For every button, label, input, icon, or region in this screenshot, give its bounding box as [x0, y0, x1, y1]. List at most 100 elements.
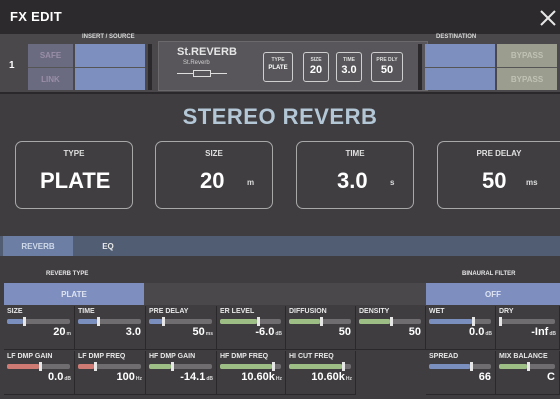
param-level-knob[interactable] — [342, 362, 345, 371]
param-level-fill — [289, 319, 320, 324]
safe-button[interactable]: SAFE — [28, 44, 73, 67]
param-value: 50 — [409, 326, 422, 338]
param-mix-balance[interactable]: MIX BALANCE C — [496, 351, 560, 395]
reverb-type-selector[interactable]: PLATE — [4, 283, 144, 305]
binaural-filter-label: BINAURAL FILTER — [462, 271, 516, 277]
param-level-fill — [7, 319, 23, 324]
window-title: FX EDIT — [10, 9, 62, 24]
param-level-fill — [429, 319, 472, 324]
insert-slot-bottom[interactable] — [75, 67, 145, 90]
param-value-unit: dB — [275, 331, 282, 337]
param-label: DIFFUSION — [289, 308, 327, 315]
param-size[interactable]: SIZE 20m — [4, 306, 75, 350]
param-diffusion[interactable]: DIFFUSION 50 — [286, 306, 356, 350]
param-label: PRE DELAY — [149, 308, 189, 315]
tab-reverb[interactable]: REVERB — [3, 236, 73, 256]
fx-module-subname: St.Reverb — [183, 60, 210, 66]
param-label: TIME — [78, 308, 95, 315]
selector-bar-gap — [144, 283, 426, 305]
param-value-number: 3.0 — [125, 326, 141, 338]
param-value-number: 50 — [408, 326, 421, 338]
param-hi-cut-freq[interactable]: HI CUT FREQ 10.60kHz — [286, 351, 356, 395]
param-level-bar[interactable] — [7, 362, 70, 371]
param-spread[interactable]: SPREAD 66 — [426, 351, 496, 395]
bypass-button-1[interactable]: BYPASS — [497, 44, 557, 67]
param-value-number: 10.60k — [241, 371, 275, 383]
param-pre-delay[interactable]: PRE DELAY 50ms — [146, 306, 217, 350]
param-level-knob[interactable] — [390, 317, 393, 326]
param-level-fill — [149, 319, 162, 324]
param-level-bar[interactable] — [78, 317, 141, 326]
param-level-bar[interactable] — [429, 317, 491, 326]
fx-module[interactable]: St.REVERB St.Reverb TYPE PLATE SIZE 20 T… — [158, 41, 428, 91]
param-level-bar[interactable] — [7, 317, 70, 326]
param-dry[interactable]: DRY -InfdB — [496, 306, 560, 350]
close-icon[interactable] — [539, 9, 557, 27]
param-level-fill — [7, 364, 39, 369]
param-label: HF DMP FREQ — [220, 353, 269, 360]
link-button[interactable]: LINK — [28, 67, 73, 90]
param-hf-dmp-gain[interactable]: HF DMP GAIN -14.1dB — [146, 351, 217, 395]
param-lf-dmp-gain[interactable]: LF DMP GAIN 0.0dB — [4, 351, 75, 395]
param-label: SPREAD — [429, 353, 459, 360]
param-level-fill — [220, 319, 257, 324]
param-level-bar[interactable] — [289, 362, 351, 371]
binaural-filter-selector[interactable]: OFF — [426, 283, 560, 305]
param-box-type[interactable]: TYPE PLATE — [15, 141, 133, 209]
tab-eq[interactable]: EQ — [73, 236, 143, 256]
param-level-bar[interactable] — [78, 362, 141, 371]
param-level-knob[interactable] — [257, 317, 260, 326]
param-value: 3.0 — [126, 326, 142, 338]
title-bar: FX EDIT — [0, 0, 560, 34]
insert-slot-top[interactable] — [75, 44, 145, 67]
param-value-unit: dB — [64, 376, 71, 382]
param-level-knob[interactable] — [527, 362, 530, 371]
param-level-knob[interactable] — [470, 362, 473, 371]
fx-module-name: St.REVERB — [177, 46, 237, 58]
param-hf-dmp-freq[interactable]: HF DMP FREQ 10.60kHz — [217, 351, 286, 395]
param-level-bar[interactable] — [149, 362, 212, 371]
param-value-unit: Hz — [135, 376, 142, 382]
param-value: 20m — [53, 326, 71, 338]
param-value: 50 — [339, 326, 352, 338]
param-level-knob[interactable] — [94, 362, 97, 371]
fx-title: STEREO REVERB — [182, 104, 378, 129]
param-time[interactable]: TIME 3.0 — [75, 306, 146, 350]
param-level-knob[interactable] — [39, 362, 42, 371]
destination-slot-top[interactable] — [425, 44, 495, 67]
param-level-bar[interactable] — [289, 317, 351, 326]
param-box-size[interactable]: SIZE 20 m — [155, 141, 273, 209]
param-level-knob[interactable] — [272, 362, 275, 371]
destination-slot-bottom[interactable] — [425, 67, 495, 90]
param-value-unit: dB — [206, 376, 213, 382]
param-lf-dmp-freq[interactable]: LF DMP FREQ 100Hz — [75, 351, 146, 395]
param-level-bar[interactable] — [499, 362, 555, 371]
param-level-bar[interactable] — [429, 362, 491, 371]
bypass-button-2[interactable]: BYPASS — [497, 67, 557, 90]
param-level-bar[interactable] — [220, 362, 281, 371]
param-value: 10.60kHz — [241, 371, 282, 383]
param-level-bar[interactable] — [149, 317, 212, 326]
param-label: DENSITY — [359, 308, 390, 315]
param-level-knob[interactable] — [472, 317, 475, 326]
param-wet[interactable]: WET 0.0dB — [426, 306, 496, 350]
param-label: HI CUT FREQ — [289, 353, 334, 360]
param-label: HF DMP GAIN — [149, 353, 196, 360]
param-box-predelay[interactable]: PRE DELAY 50 ms — [437, 141, 560, 209]
param-level-knob[interactable] — [23, 317, 26, 326]
param-level-knob[interactable] — [162, 317, 165, 326]
param-level-fill — [359, 319, 390, 324]
param-level-knob[interactable] — [97, 317, 100, 326]
param-level-knob[interactable] — [171, 362, 174, 371]
channel-number: 1 — [9, 60, 15, 71]
param-level-knob[interactable] — [499, 317, 502, 326]
param-er-level[interactable]: ER LEVEL -6.0dB — [217, 306, 286, 350]
param-value-unit: ms — [205, 331, 213, 337]
param-value: -InfdB — [531, 326, 556, 338]
param-level-bar[interactable] — [359, 317, 421, 326]
param-level-knob[interactable] — [320, 317, 323, 326]
param-level-bar[interactable] — [499, 317, 555, 326]
param-level-bar[interactable] — [220, 317, 281, 326]
param-box-time[interactable]: TIME 3.0 s — [296, 141, 414, 209]
param-density[interactable]: DENSITY 50 — [356, 306, 426, 350]
